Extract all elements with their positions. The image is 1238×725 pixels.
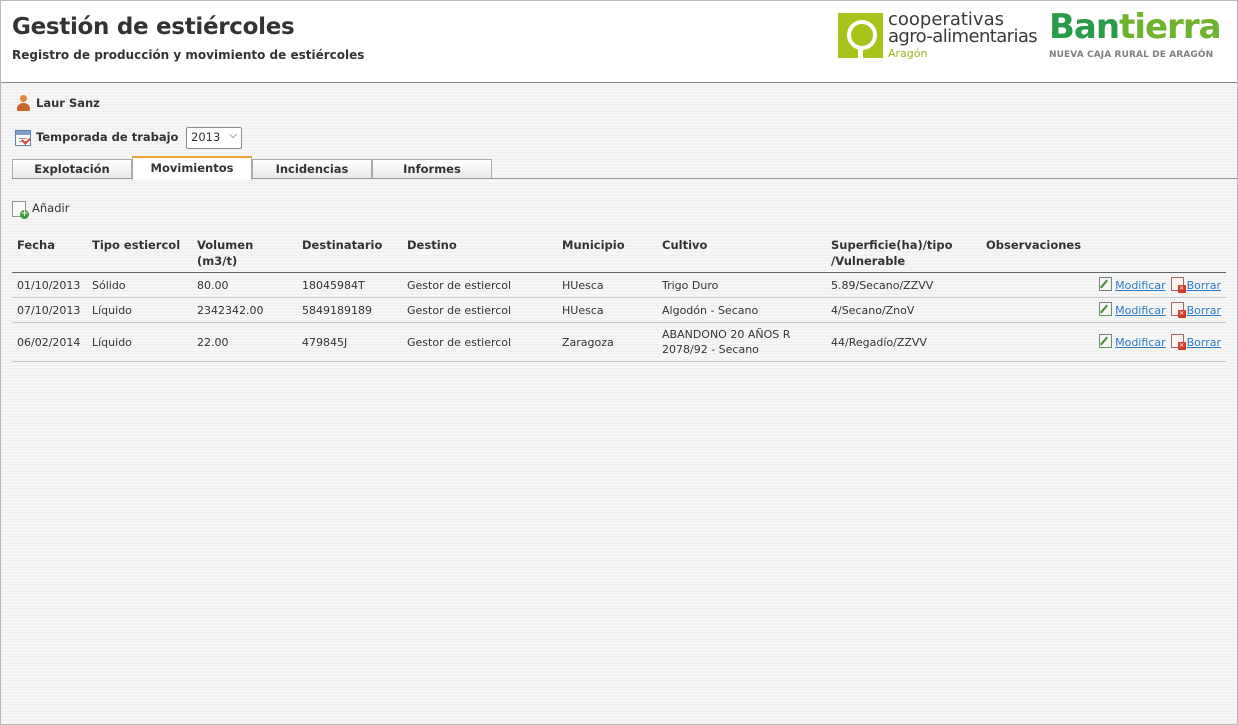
cell-observaciones (981, 297, 1081, 323)
cell-fecha: 07/10/2013 (12, 297, 87, 323)
col-header-fecha: Fecha (12, 233, 87, 273)
cell-destino: Gestor de estiercol (402, 322, 557, 362)
cell-destino: Gestor de estiercol (402, 272, 557, 298)
bantierra-logo: Bantierra NUEVA CAJA RURAL DE ARAGÓN (1049, 7, 1231, 63)
calendar-icon (15, 130, 31, 146)
cell-cultivo: Algodón - Secano (657, 297, 826, 323)
cooperativas-logo: cooperativas agro-alimentarias Aragón (837, 9, 1038, 64)
col-header-superficie: Superficie(ha)/tipo /Vulnerable (826, 233, 981, 273)
chevron-down-icon: ⌵ (229, 130, 237, 141)
modify-link[interactable]: Modificar (1115, 336, 1166, 349)
cell-observaciones (981, 322, 1081, 362)
modify-link[interactable]: Modificar (1115, 304, 1166, 317)
add-document-icon: + (12, 201, 29, 219)
cell-actions: Modificar Borrar (1081, 297, 1226, 323)
tab-informes[interactable]: Informes (372, 159, 492, 178)
cell-cultivo: Trigo Duro (657, 272, 826, 298)
tab-movimientos[interactable]: Movimientos (132, 156, 252, 180)
season-select[interactable]: 2013 ⌵ (186, 127, 242, 149)
col-header-actions (1081, 233, 1226, 273)
page-title: Gestión de estiércoles (12, 14, 295, 40)
col-header-destinatario: Destinatario (297, 233, 402, 273)
edit-icon[interactable] (1099, 302, 1113, 316)
page-subtitle: Registro de producción y movimiento de e… (12, 48, 365, 62)
cell-superficie: 4/Secano/ZnoV (826, 297, 981, 323)
cell-superficie: 44/Regadío/ZZVV (826, 322, 981, 362)
cell-actions: Modificar Borrar (1081, 322, 1226, 362)
cell-actions: Modificar Borrar (1081, 272, 1226, 298)
season-select-value: 2013 (191, 130, 221, 144)
cell-destino: Gestor de estiercol (402, 297, 557, 323)
col-header-destino: Destino (402, 233, 557, 273)
cell-tipo: Sólido (87, 272, 192, 298)
page-frame (0, 0, 1238, 725)
col-header-volumen: Volumen (m3/t) (192, 233, 297, 273)
bank-name-b: tierra (1119, 7, 1221, 47)
col-header-observaciones: Observaciones (981, 233, 1081, 273)
tab-incidencias[interactable]: Incidencias (252, 159, 372, 178)
cell-volumen: 22.00 (192, 322, 297, 362)
cell-volumen: 80.00 (192, 272, 297, 298)
table-header-row: Fecha Tipo estiercol Volumen (m3/t) Dest… (12, 233, 1226, 273)
edit-icon[interactable] (1099, 277, 1113, 291)
cell-observaciones (981, 272, 1081, 298)
coop-logo-line2: agro-alimentarias (888, 26, 1038, 47)
cell-municipio: Zaragoza (557, 322, 657, 362)
bank-name-a: Ban (1049, 7, 1120, 47)
add-label: Añadir (32, 201, 70, 215)
movements-table: Fecha Tipo estiercol Volumen (m3/t) Dest… (12, 233, 1226, 362)
delete-icon[interactable] (1170, 302, 1186, 318)
table-row: 01/10/2013 Sólido 80.00 18045984T Gestor… (12, 272, 1226, 298)
coop-logo-line3: Aragón (888, 47, 928, 60)
cell-destinatario: 5849189189 (297, 297, 402, 323)
cell-destinatario: 18045984T (297, 272, 402, 298)
cooperativas-tree-icon (838, 13, 883, 58)
cell-municipio: HUesca (557, 272, 657, 298)
cell-superficie: 5.89/Secano/ZZVV (826, 272, 981, 298)
cell-fecha: 01/10/2013 (12, 272, 87, 298)
cell-fecha: 06/02/2014 (12, 322, 87, 362)
cell-volumen: 2342342.00 (192, 297, 297, 323)
cell-destinatario: 479845J (297, 322, 402, 362)
col-header-tipo: Tipo estiercol (87, 233, 192, 273)
cell-cultivo: ABANDONO 20 AÑOS R 2078/92 - Secano (657, 322, 826, 362)
tab-explotacion[interactable]: Explotación (12, 159, 132, 178)
bank-tagline: NUEVA CAJA RURAL DE ARAGÓN (1049, 50, 1214, 60)
user-name: Laur Sanz (36, 96, 100, 110)
delete-link[interactable]: Borrar (1187, 279, 1221, 292)
col-header-cultivo: Cultivo (657, 233, 826, 273)
delete-icon[interactable] (1170, 334, 1186, 350)
app-header: Gestión de estiércoles Registro de produ… (1, 1, 1237, 83)
delete-link[interactable]: Borrar (1187, 304, 1221, 317)
season-label: Temporada de trabajo (36, 130, 179, 144)
table-row: 06/02/2014 Líquido 22.00 479845J Gestor … (12, 322, 1226, 362)
cell-municipio: HUesca (557, 297, 657, 323)
edit-icon[interactable] (1099, 334, 1113, 348)
cell-tipo: Líquido (87, 297, 192, 323)
modify-link[interactable]: Modificar (1115, 279, 1166, 292)
table-row: 07/10/2013 Líquido 2342342.00 5849189189… (12, 297, 1226, 323)
tab-bar: Explotación Movimientos Incidencias Info… (12, 156, 1238, 180)
col-header-municipio: Municipio (557, 233, 657, 273)
cell-tipo: Líquido (87, 322, 192, 362)
delete-icon[interactable] (1170, 277, 1186, 293)
delete-link[interactable]: Borrar (1187, 336, 1221, 349)
user-icon (16, 95, 31, 111)
